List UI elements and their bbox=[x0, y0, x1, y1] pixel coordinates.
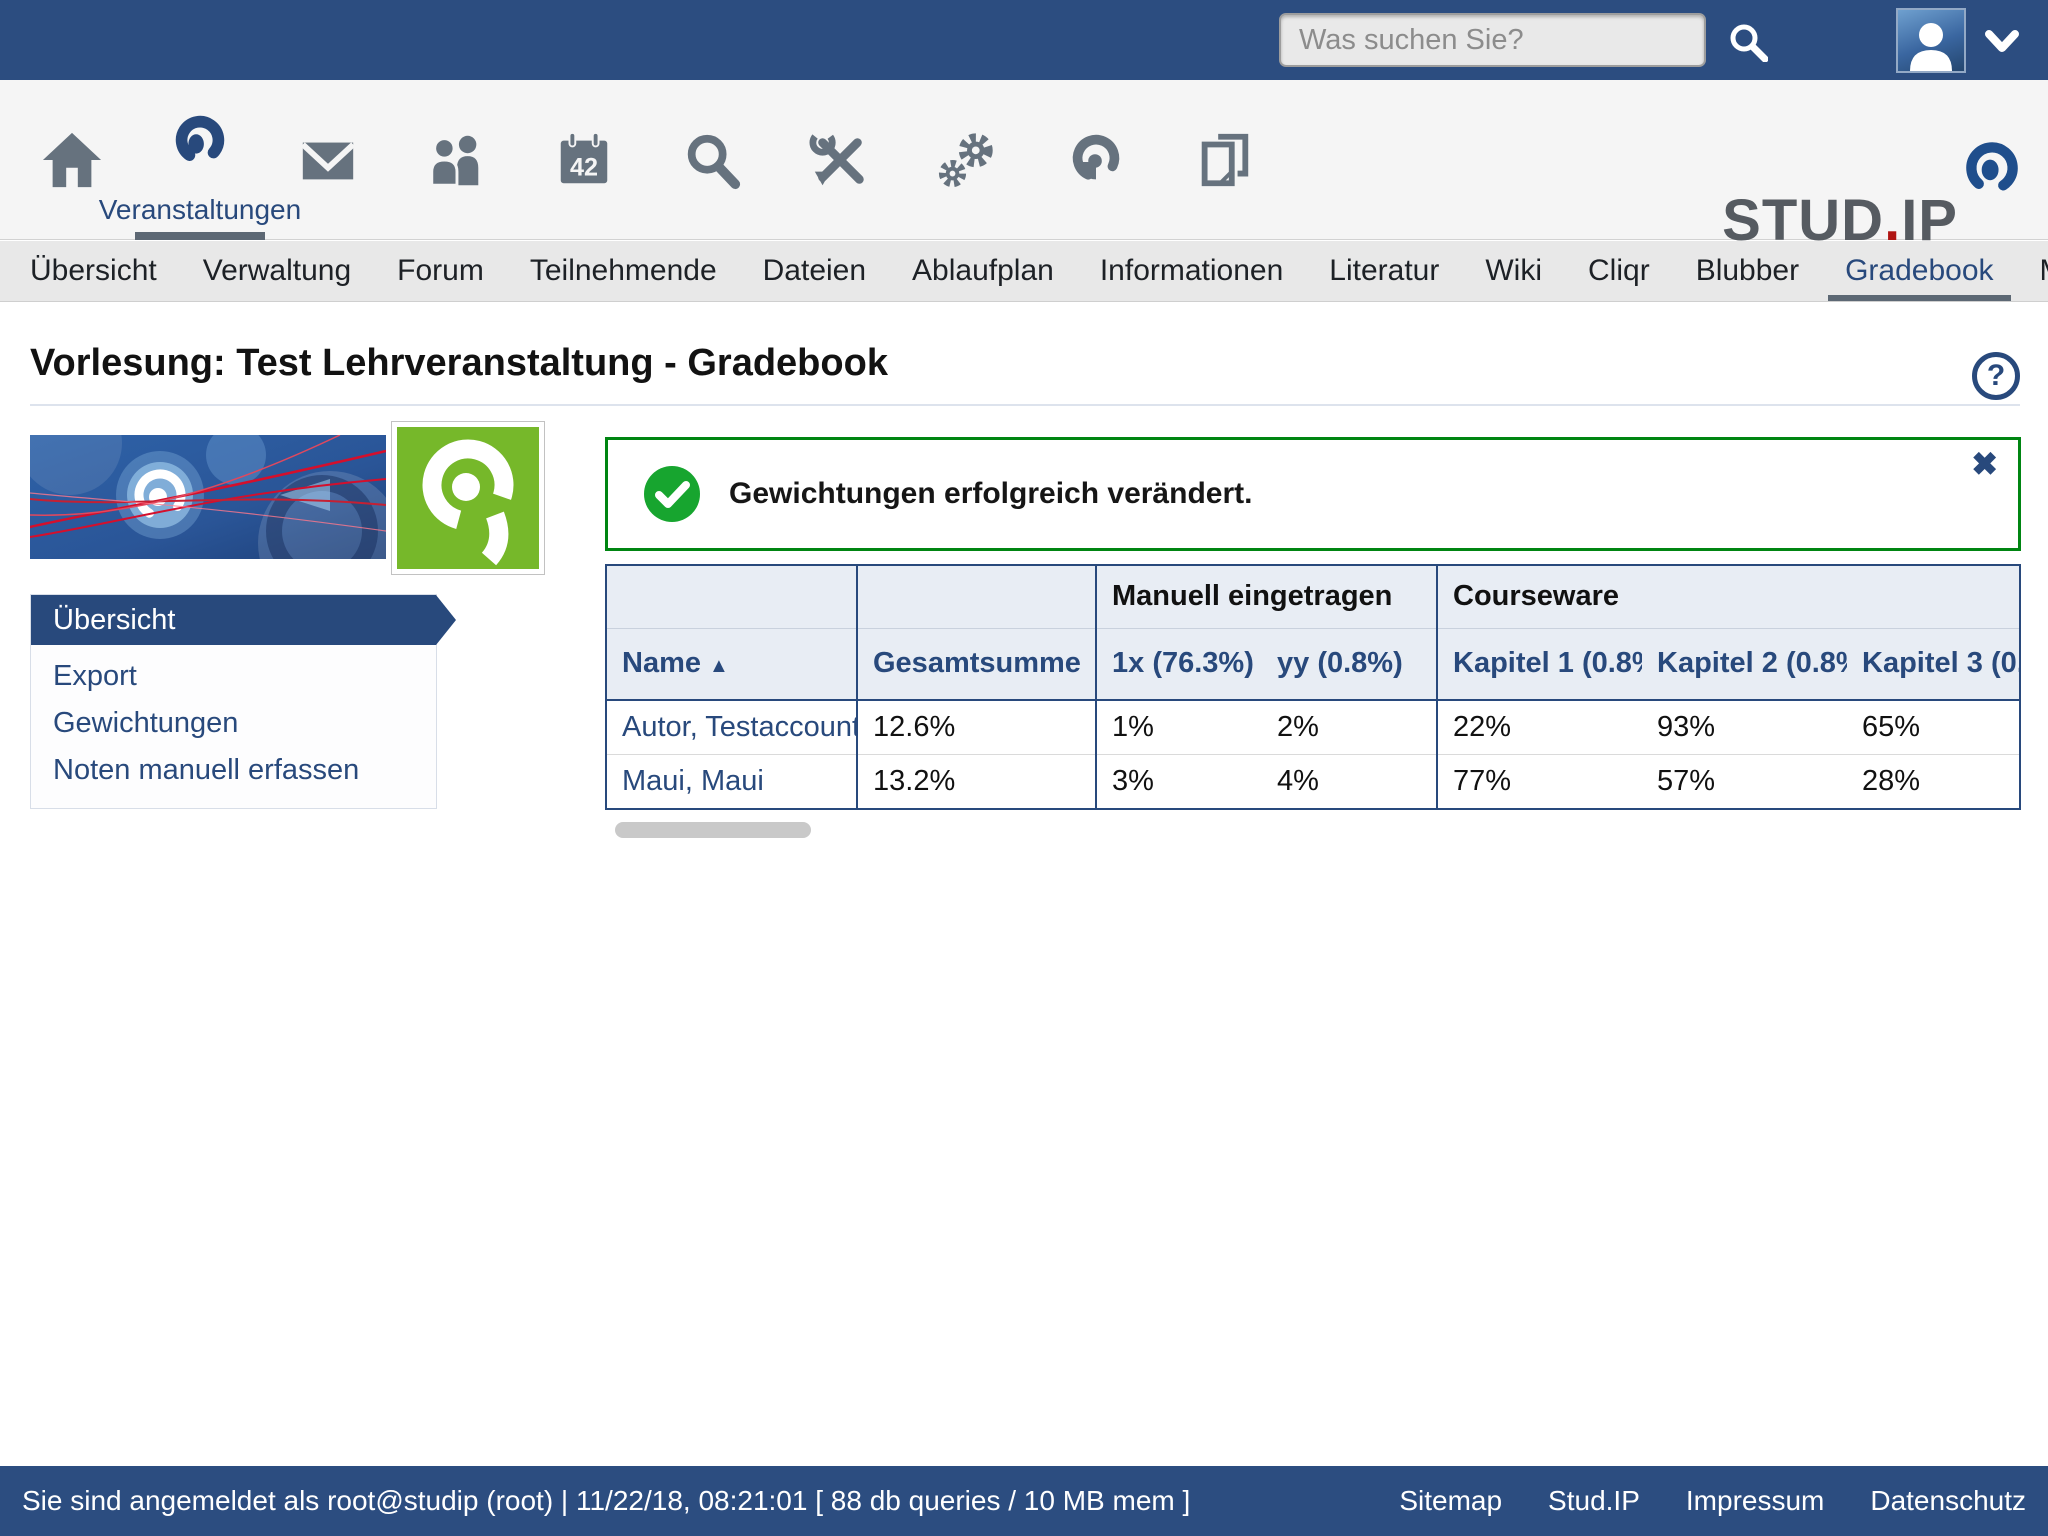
sidebar-item-export[interactable]: Export bbox=[31, 653, 436, 700]
grade-value-cell: 12.6% bbox=[857, 700, 1096, 755]
tab-mehr[interactable]: Mehr ... bbox=[2017, 241, 2048, 301]
tab-teilnehmende[interactable]: Teilnehmende bbox=[507, 241, 740, 301]
column-header-kapitel-1-0-8[interactable]: Kapitel 1 (0.8%) bbox=[1437, 628, 1642, 700]
sidebar-visual bbox=[30, 422, 550, 578]
student-name-link[interactable]: Autor, Testaccount bbox=[607, 700, 857, 755]
footer-link-stud-ip[interactable]: Stud.IP bbox=[1548, 1485, 1640, 1517]
logo-spiral-icon bbox=[1962, 138, 2022, 198]
table-column-header-row: Name▲Gesamtsumme1x (76.3%)yy (0.8%)Kapit… bbox=[607, 628, 2021, 700]
tab-informationen[interactable]: Informationen bbox=[1077, 241, 1306, 301]
avatar[interactable] bbox=[1896, 8, 1966, 73]
gradebook-table: Manuell eingetragenCoursewareName▲Gesamt… bbox=[607, 566, 2021, 808]
calendar-icon[interactable]: 42 bbox=[520, 80, 648, 240]
column-header-gesamtsumme[interactable]: Gesamtsumme bbox=[857, 628, 1096, 700]
sidebar-item-gewichtungen[interactable]: Gewichtungen bbox=[31, 700, 436, 747]
calendar-badge: 42 bbox=[570, 154, 598, 182]
footer-bar: Sie sind angemeldet als root@studip (roo… bbox=[0, 1466, 2048, 1536]
top-bar bbox=[0, 0, 2048, 80]
grade-value-cell: 65% bbox=[1847, 700, 2021, 755]
column-header-kapitel-2-0-8[interactable]: Kapitel 2 (0.8%) bbox=[1642, 628, 1847, 700]
tab-forum[interactable]: Forum bbox=[374, 241, 507, 301]
footer-link-sitemap[interactable]: Sitemap bbox=[1399, 1485, 1502, 1517]
search-icon[interactable] bbox=[648, 80, 776, 240]
toolbar-active-underline bbox=[135, 232, 265, 240]
grade-value-cell: 4% bbox=[1262, 755, 1437, 809]
title-divider bbox=[30, 404, 2020, 406]
column-header-name[interactable]: Name▲ bbox=[607, 628, 857, 700]
studip-spiral-icon[interactable] bbox=[1032, 80, 1160, 240]
tab-verwaltung[interactable]: Verwaltung bbox=[180, 241, 374, 301]
footer-status-text: Sie sind angemeldet als root@studip (roo… bbox=[22, 1485, 1190, 1517]
courses-spiral-icon[interactable]: Veranstaltungen bbox=[136, 80, 264, 240]
grade-value-cell: 2% bbox=[1262, 700, 1437, 755]
admin-gears-icon[interactable] bbox=[904, 80, 1032, 240]
grade-value-cell: 22% bbox=[1437, 700, 1642, 755]
tab-literatur[interactable]: Literatur bbox=[1306, 241, 1462, 301]
table-row: Autor, Testaccount12.6%1%2%22%93%65% bbox=[607, 700, 2021, 755]
close-icon[interactable]: ✖ bbox=[1971, 448, 1998, 480]
main-content: Gewichtungen erfolgreich verändert. ✖ Ma… bbox=[605, 437, 2021, 838]
group-header-courseware: Courseware bbox=[1437, 566, 2021, 628]
column-header-yy-0-8[interactable]: yy (0.8%) bbox=[1262, 628, 1437, 700]
success-message: Gewichtungen erfolgreich verändert. ✖ bbox=[605, 437, 2021, 551]
grade-value-cell: 28% bbox=[1847, 755, 2021, 809]
tab-dateien[interactable]: Dateien bbox=[740, 241, 889, 301]
chevron-down-icon[interactable] bbox=[1984, 30, 2020, 54]
grade-value-cell: 1% bbox=[1096, 700, 1262, 755]
group-header-manuell-eingetragen: Manuell eingetragen bbox=[1096, 566, 1437, 628]
horizontal-scrollbar[interactable] bbox=[615, 822, 811, 838]
tab-übersicht[interactable]: Übersicht bbox=[7, 241, 180, 301]
success-check-icon bbox=[643, 465, 701, 523]
grade-value-cell: 93% bbox=[1642, 700, 1847, 755]
sidebar-item-übersicht[interactable]: Übersicht bbox=[31, 595, 436, 645]
course-tabbar: ÜbersichtVerwaltungForumTeilnehmendeDate… bbox=[0, 241, 2048, 302]
tab-blubber[interactable]: Blubber bbox=[1673, 241, 1822, 301]
page-title: Vorlesung: Test Lehrveranstaltung - Grad… bbox=[30, 342, 888, 385]
tab-ablaufplan[interactable]: Ablaufplan bbox=[889, 241, 1077, 301]
student-name-link[interactable]: Maui, Maui bbox=[607, 755, 857, 809]
success-message-text: Gewichtungen erfolgreich verändert. bbox=[729, 477, 1252, 511]
messages-icon[interactable] bbox=[264, 80, 392, 240]
tab-gradebook[interactable]: Gradebook bbox=[1822, 241, 2016, 301]
sidebar-item-noten-manuell-erfassen[interactable]: Noten manuell erfassen bbox=[31, 747, 436, 794]
footer-links: Sitemap Stud.IP Impressum Datenschutz bbox=[1399, 1485, 2026, 1517]
search-icon[interactable] bbox=[1728, 22, 1768, 62]
global-search-input[interactable] bbox=[1279, 13, 1706, 67]
tab-cliqr[interactable]: Cliqr bbox=[1565, 241, 1673, 301]
course-avatar bbox=[392, 422, 544, 574]
group-header-empty bbox=[607, 566, 857, 628]
column-header-1x-76-3[interactable]: 1x (76.3%) bbox=[1096, 628, 1262, 700]
group-header-empty bbox=[857, 566, 1096, 628]
files-icon[interactable] bbox=[1160, 80, 1288, 240]
footer-link-datenschutz[interactable]: Datenschutz bbox=[1870, 1485, 2026, 1517]
table-row: Maui, Maui13.2%3%4%77%57%28% bbox=[607, 755, 2021, 809]
user-silhouette-icon bbox=[1902, 17, 1960, 71]
table-group-header-row: Manuell eingetragenCourseware bbox=[607, 566, 2021, 628]
studip-page: Veranstaltungen bbox=[0, 0, 2048, 1536]
grade-value-cell: 57% bbox=[1642, 755, 1847, 809]
sidebar-menu: Übersicht ExportGewichtungenNoten manuell… bbox=[30, 594, 437, 809]
grade-value-cell: 3% bbox=[1096, 755, 1262, 809]
course-banner-image bbox=[30, 435, 386, 559]
help-icon[interactable]: ? bbox=[1972, 352, 2020, 400]
tools-icon[interactable] bbox=[776, 80, 904, 240]
community-icon[interactable] bbox=[392, 80, 520, 240]
course-avatar-spiral-icon bbox=[397, 427, 539, 569]
column-header-kapitel-3-0-8[interactable]: Kapitel 3 (0.8%) bbox=[1847, 628, 2021, 700]
tab-wiki[interactable]: Wiki bbox=[1462, 241, 1565, 301]
grade-value-cell: 77% bbox=[1437, 755, 1642, 809]
footer-link-impressum[interactable]: Impressum bbox=[1686, 1485, 1824, 1517]
sort-ascending-icon: ▲ bbox=[709, 655, 729, 677]
grade-value-cell: 13.2% bbox=[857, 755, 1096, 809]
icon-toolbar: Veranstaltungen bbox=[0, 80, 2048, 240]
gradebook-table-container[interactable]: Manuell eingetragenCoursewareName▲Gesamt… bbox=[605, 564, 2021, 810]
